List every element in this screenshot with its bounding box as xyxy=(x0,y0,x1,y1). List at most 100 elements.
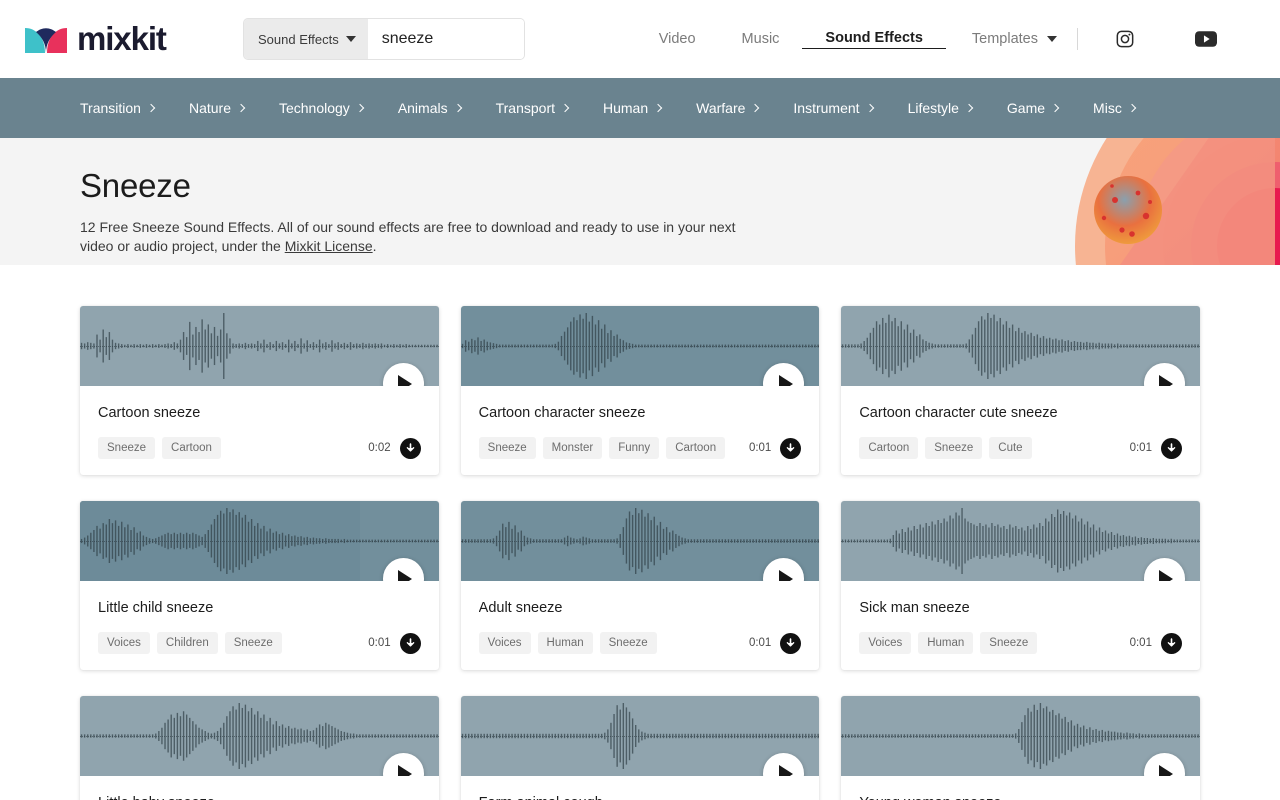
duration-label: 0:01 xyxy=(748,637,772,649)
sound-card[interactable]: Cartoon character cute sneeze Cartoon Sne… xyxy=(841,306,1200,475)
tag-chip[interactable]: Sneeze xyxy=(980,632,1038,654)
tag-chip[interactable]: Sneeze xyxy=(98,437,156,459)
category-item-transition[interactable]: Transition xyxy=(80,100,156,116)
tag-list: Cartoon Sneeze Cute xyxy=(859,437,1129,459)
tag-chip[interactable]: Sneeze xyxy=(925,437,983,459)
sound-card[interactable]: Adult sneeze Voices Human Sneeze 0:01 xyxy=(460,501,820,670)
mixkit-license-link[interactable]: Mixkit License xyxy=(285,238,373,254)
tag-chip[interactable]: Voices xyxy=(98,632,150,654)
download-icon xyxy=(787,637,795,647)
social-links xyxy=(1092,29,1240,49)
tag-chip[interactable]: Cartoon xyxy=(859,437,919,459)
waveform-preview[interactable] xyxy=(841,501,1200,581)
tag-chip[interactable]: Human xyxy=(537,632,593,654)
tag-chip[interactable]: Cartoon xyxy=(162,437,221,459)
category-item-label: Warfare xyxy=(696,100,746,116)
download-button[interactable] xyxy=(1160,437,1182,459)
card-body: Sick man sneeze Voices Human Sneeze 0:01 xyxy=(841,581,1200,670)
nav-link-sound-effects[interactable]: Sound Effects xyxy=(802,30,946,49)
tag-chip[interactable]: Sneeze xyxy=(478,437,536,459)
play-icon xyxy=(1159,569,1174,581)
download-button[interactable] xyxy=(780,437,802,459)
category-item-misc[interactable]: Misc xyxy=(1093,100,1137,116)
hero-description-suffix: . xyxy=(372,237,377,254)
waveform-preview[interactable] xyxy=(80,501,439,581)
category-item-transport[interactable]: Transport xyxy=(496,100,570,116)
chevron-right-icon xyxy=(653,103,663,113)
download-button[interactable] xyxy=(399,437,421,459)
card-title: Adult sneeze xyxy=(478,600,563,616)
instagram-icon[interactable] xyxy=(1092,29,1158,49)
chevron-right-icon xyxy=(964,103,974,113)
download-button[interactable] xyxy=(1160,632,1182,654)
category-item-label: Animals xyxy=(397,100,448,116)
card-body: Little child sneeze Voices Children Sneeze… xyxy=(80,581,439,670)
sound-card[interactable]: Cartoon sneeze Sneeze Cartoon 0:02 xyxy=(80,306,439,475)
waveform-preview[interactable] xyxy=(460,501,820,581)
category-item-lifestyle[interactable]: Lifestyle xyxy=(907,100,974,116)
tag-chip[interactable]: Cute xyxy=(989,437,1032,459)
search-group[interactable]: Sound Effects xyxy=(244,19,524,59)
play-icon xyxy=(1159,374,1174,386)
waveform-preview[interactable] xyxy=(841,696,1200,776)
download-button[interactable] xyxy=(399,632,421,654)
chevron-right-icon xyxy=(1050,103,1060,113)
card-title: Farm animal cough xyxy=(479,795,802,800)
sound-card[interactable]: Little child sneeze Voices Children Sneeze… xyxy=(80,501,439,670)
youtube-icon[interactable] xyxy=(1172,31,1240,47)
nav-link-music[interactable]: Music xyxy=(719,31,803,47)
tag-chip[interactable]: Cartoon xyxy=(666,437,726,459)
sound-card[interactable]: Little baby sneeze xyxy=(80,696,439,800)
category-item-technology[interactable]: Technology xyxy=(279,100,365,116)
search-input[interactable] xyxy=(381,30,524,48)
tag-chip[interactable]: Monster xyxy=(542,437,603,459)
nav-link-video[interactable]: Video xyxy=(636,31,719,47)
card-footer: Sneeze Cartoon 0:02 xyxy=(98,437,421,459)
waveform-preview[interactable] xyxy=(841,306,1200,386)
category-item-label: Lifestyle xyxy=(907,100,959,116)
nav-templates-dropdown[interactable]: Templates xyxy=(946,31,1075,47)
card-body: Little baby sneeze xyxy=(80,776,439,800)
tag-chip[interactable]: Voices xyxy=(859,632,912,654)
chevron-right-icon xyxy=(355,103,365,113)
tag-chip[interactable]: Funny xyxy=(609,437,660,459)
download-button[interactable] xyxy=(780,632,802,654)
waveform-preview[interactable] xyxy=(460,696,820,776)
search-category-select[interactable]: Sound Effects xyxy=(244,19,368,59)
category-item-nature[interactable]: Nature xyxy=(189,100,246,116)
download-icon xyxy=(1167,637,1176,647)
download-icon xyxy=(787,442,795,452)
sound-card[interactable]: Sick man sneeze Voices Human Sneeze 0:01 xyxy=(841,501,1200,670)
sound-card[interactable]: Young woman sneeze xyxy=(841,696,1200,800)
card-meta: 0:01 xyxy=(1129,632,1182,654)
tag-chip[interactable]: Sneeze xyxy=(224,632,282,654)
download-icon xyxy=(1167,442,1176,452)
chevron-down-icon xyxy=(1047,36,1057,42)
category-item-human[interactable]: Human xyxy=(603,100,663,116)
sound-card[interactable]: Farm animal cough xyxy=(460,696,820,800)
waveform-preview[interactable] xyxy=(80,696,439,776)
waveform-preview[interactable] xyxy=(460,306,820,386)
play-icon xyxy=(778,764,793,776)
duration-label: 0:01 xyxy=(748,442,772,454)
tag-chip[interactable]: Sneeze xyxy=(599,632,657,654)
category-item-warfare[interactable]: Warfare xyxy=(696,100,760,116)
card-footer: Cartoon Sneeze Cute 0:01 xyxy=(859,437,1182,459)
duration-label: 0:01 xyxy=(1129,637,1152,649)
category-item-animals[interactable]: Animals xyxy=(397,100,462,116)
search-field[interactable] xyxy=(367,19,524,59)
waveform-preview[interactable] xyxy=(80,306,439,386)
play-icon xyxy=(778,374,793,386)
logo[interactable]: mixkit xyxy=(24,22,214,56)
sound-card[interactable]: Cartoon character sneeze Sneeze Monster Fu… xyxy=(460,306,820,475)
category-item-game[interactable]: Game xyxy=(1007,100,1060,116)
card-body: Young woman sneeze xyxy=(841,776,1200,800)
category-item-instrument[interactable]: Instrument xyxy=(793,100,874,116)
card-body: Adult sneeze Voices Human Sneeze 0:01 xyxy=(461,581,820,670)
tag-list: Voices Human Sneeze xyxy=(859,632,1129,654)
download-icon xyxy=(406,637,414,647)
tag-chip[interactable]: Voices xyxy=(478,632,531,654)
tag-chip[interactable]: Human xyxy=(918,632,974,654)
tag-chip[interactable]: Children xyxy=(156,632,218,654)
card-meta: 0:01 xyxy=(748,632,802,654)
